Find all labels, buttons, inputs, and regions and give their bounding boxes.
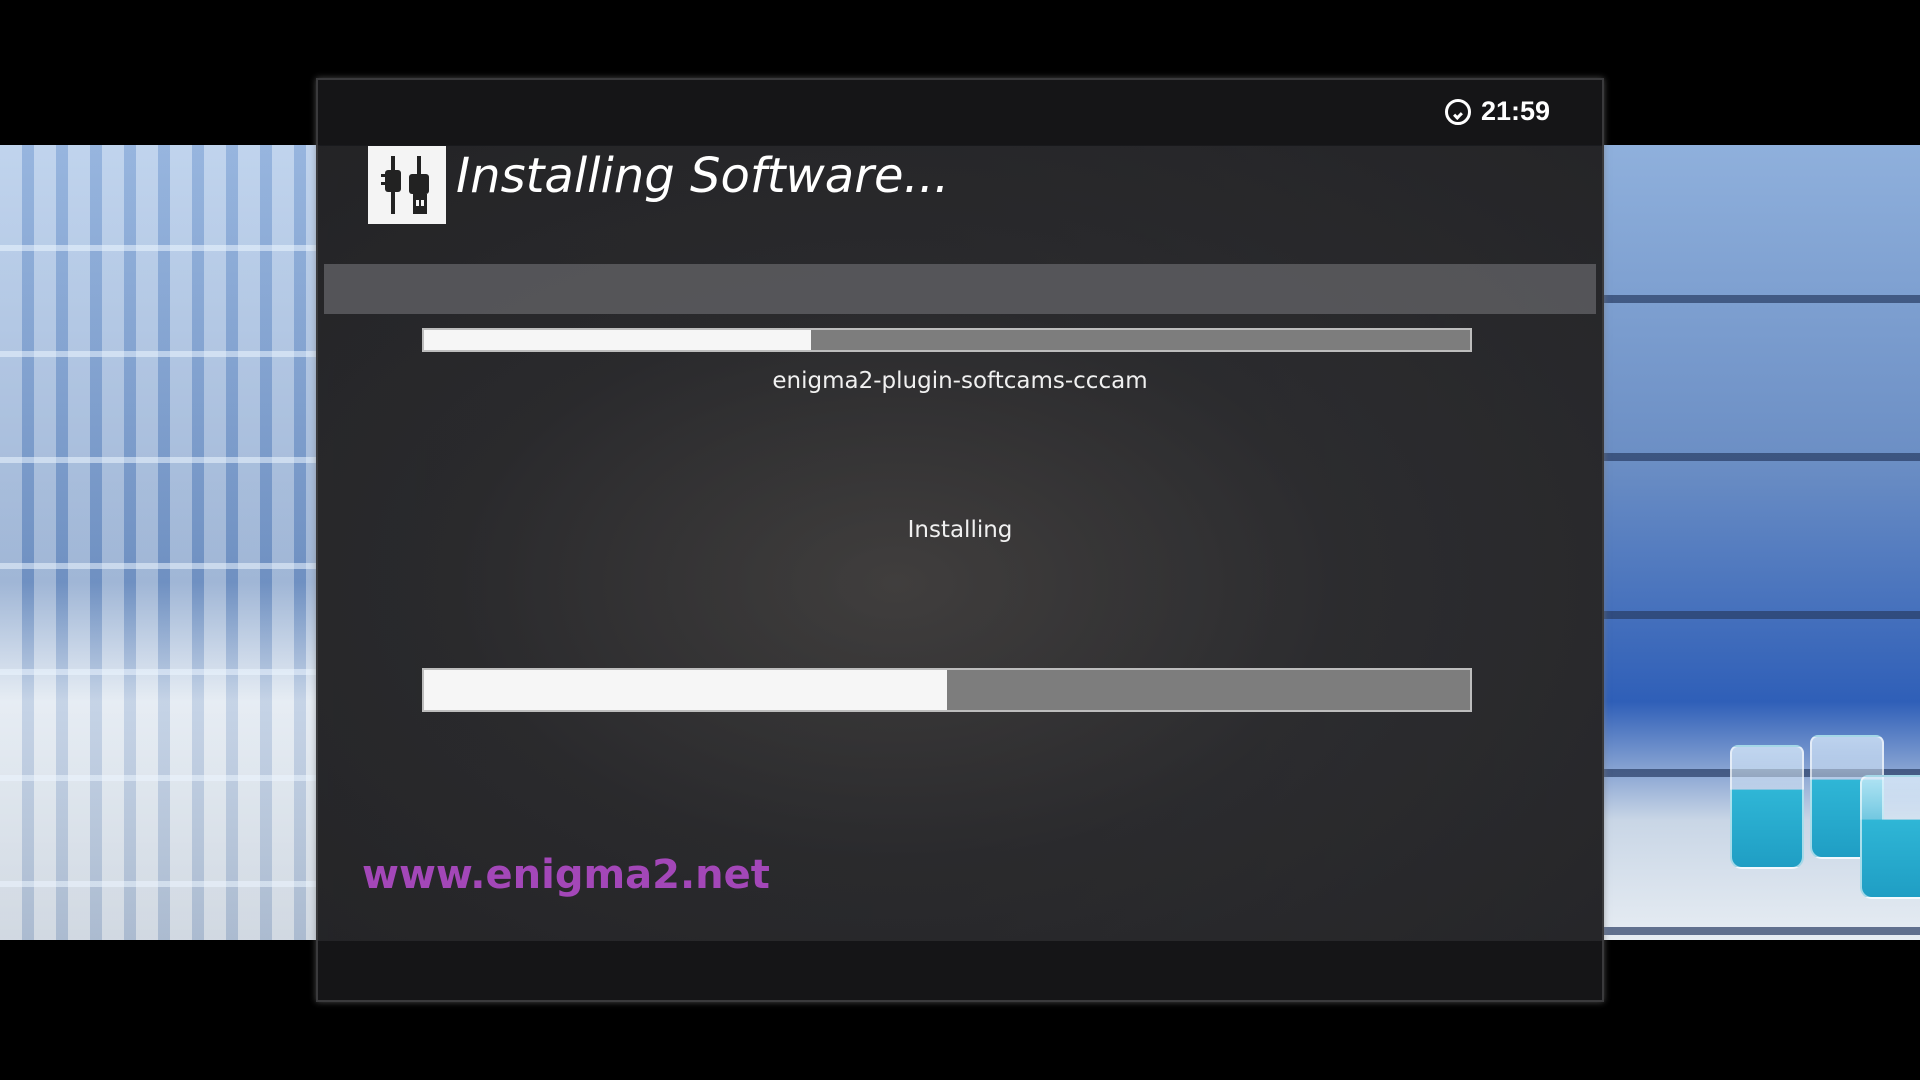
background-shelf-right: [1600, 145, 1920, 940]
overall-progress-fill: [424, 670, 947, 710]
package-progress-bar: [422, 328, 1472, 352]
background-shelf-left: [0, 145, 320, 940]
clock-icon: [1444, 98, 1471, 125]
background-beaker: [1730, 745, 1804, 869]
overall-progress-bar: [422, 668, 1472, 712]
clock: 21:59: [1444, 96, 1550, 127]
dialog-title: Installing Software...: [456, 148, 950, 204]
status-text: Installing: [907, 517, 1013, 543]
background-beaker: [1860, 775, 1920, 899]
header-divider-bar: [324, 264, 1596, 314]
watermark-url: www.enigma2.net: [362, 852, 770, 898]
clock-time: 21:59: [1480, 96, 1550, 126]
install-dialog: 21:59 Installing Software... enigma2-plu…: [316, 78, 1604, 1002]
package-name: enigma2-plugin-softcams-cccam: [772, 368, 1148, 394]
plug-icon: [368, 146, 446, 224]
package-progress-fill: [424, 330, 812, 350]
tv-screen: 21:59 Installing Software... enigma2-plu…: [0, 0, 1920, 1080]
